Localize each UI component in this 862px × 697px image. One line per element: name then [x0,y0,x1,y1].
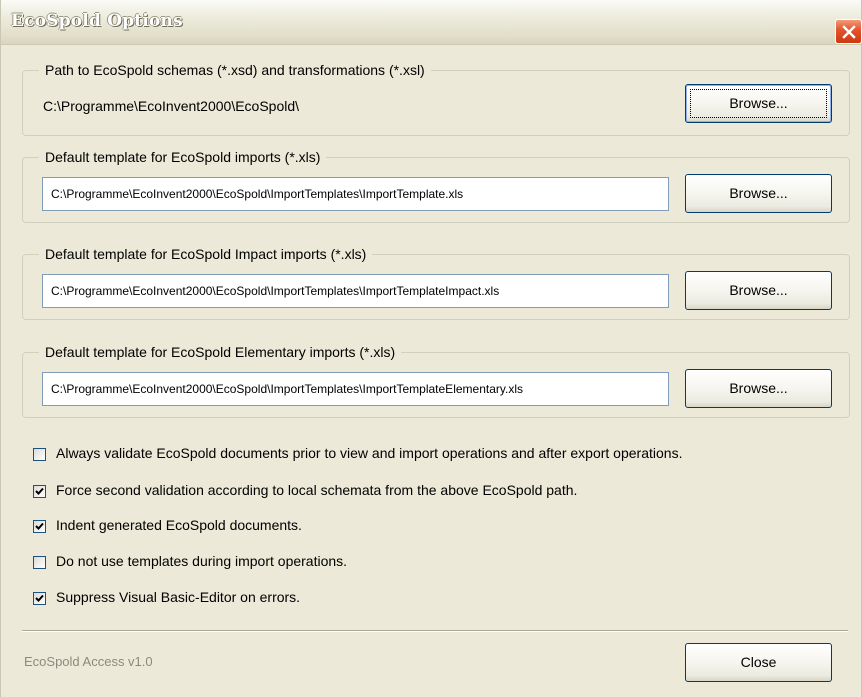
option-checkbox[interactable] [33,592,46,605]
option-checkbox[interactable] [33,448,46,461]
schemas-browse-label: Browse... [729,95,788,111]
elementary-browse-button[interactable]: Browse... [685,369,832,408]
options-dialog: EcoSpold Options Path to EcoSpold schema… [0,0,862,697]
imports-browse-button[interactable]: Browse... [685,174,832,213]
close-glyph [842,25,856,39]
option-label: Force second validation according to loc… [56,482,578,498]
impact-template-group: Default template for EcoSpold Impact imp… [22,244,850,320]
schemas-path-legend: Path to EcoSpold schemas (*.xsd) and tra… [39,60,431,80]
imports-browse-label: Browse... [729,185,788,201]
impact-template-legend: Default template for EcoSpold Impact imp… [39,244,373,264]
option-checkbox[interactable] [33,485,46,498]
title-bar: EcoSpold Options [1,0,862,45]
impact-browse-label: Browse... [729,282,788,298]
impact-template-field[interactable]: C:\Programme\EcoInvent2000\EcoSpold\Impo… [42,274,669,308]
elementary-browse-label: Browse... [729,380,788,396]
imports-template-field[interactable]: C:\Programme\EcoInvent2000\EcoSpold\Impo… [42,177,669,211]
close-button-label: Close [740,654,777,670]
option-label: Indent generated EcoSpold documents. [56,517,302,533]
option-checkbox[interactable] [33,520,46,533]
imports-template-group: Default template for EcoSpold imports (*… [22,147,850,223]
imports-template-legend: Default template for EcoSpold imports (*… [39,147,327,167]
close-x-icon[interactable] [835,19,862,44]
option-label: Do not use templates during import opera… [56,553,348,569]
close-button[interactable]: Close [685,643,832,682]
checkmark-icon [35,487,44,495]
schemas-path-value: C:\Programme\EcoInvent2000\EcoSpold\ [43,98,300,114]
schemas-path-group: Path to EcoSpold schemas (*.xsd) and tra… [22,60,850,136]
elementary-template-field[interactable]: C:\Programme\EcoInvent2000\EcoSpold\Impo… [42,372,669,406]
option-checkbox[interactable] [33,556,46,569]
version-label: EcoSpold Access v1.0 [24,654,153,669]
elementary-template-legend: Default template for EcoSpold Elementary… [39,342,402,362]
option-label: Always validate EcoSpold documents prior… [56,445,683,461]
impact-browse-button[interactable]: Browse... [685,271,832,310]
schemas-browse-button[interactable]: Browse... [685,84,832,123]
footer-separator [22,630,848,632]
dialog-title: EcoSpold Options [11,11,183,31]
option-label: Suppress Visual Basic-Editor on errors. [56,589,301,605]
checkmark-icon [35,594,44,602]
elementary-template-group: Default template for EcoSpold Elementary… [22,342,850,418]
checkmark-icon [35,522,44,530]
